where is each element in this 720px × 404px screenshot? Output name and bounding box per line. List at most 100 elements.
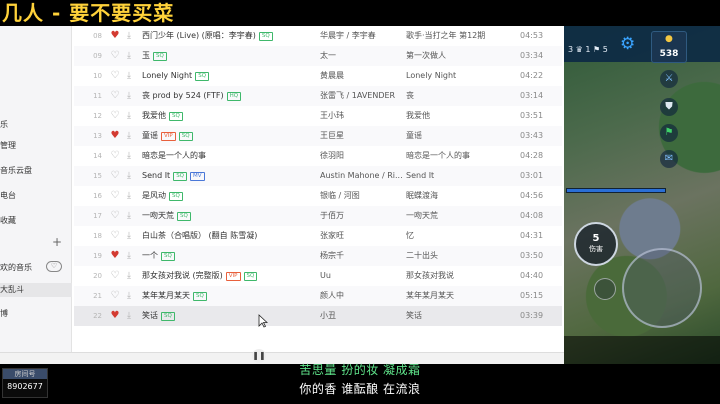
- song-artist[interactable]: Uu: [320, 266, 402, 286]
- song-row[interactable]: 20 ♡ ⤓ 那女孩对我说 (完整版) VIP SQ Uu 那女孩对我说 04:40: [74, 266, 562, 286]
- song-title[interactable]: Send It: [142, 171, 170, 180]
- download-icon[interactable]: ⤓: [124, 126, 134, 146]
- add-playlist-button[interactable]: +: [52, 235, 62, 249]
- song-row[interactable]: 11 ♡ ⤓ 丧 prod by 524 (FTF) HQ 张雷飞 / 1AVENDER 丧…: [74, 86, 562, 106]
- song-title[interactable]: Lonely Night: [142, 71, 192, 80]
- song-artist[interactable]: 银临 / 河图: [320, 186, 402, 206]
- song-album[interactable]: 眠蝶渡海: [406, 186, 516, 206]
- song-artist[interactable]: 黄晨晨: [320, 66, 402, 86]
- chat-icon[interactable]: ✉: [660, 150, 678, 168]
- download-icon[interactable]: ⤓: [124, 206, 134, 226]
- download-icon[interactable]: ⤓: [124, 146, 134, 166]
- song-artist[interactable]: 杨宗千: [320, 246, 402, 266]
- song-album[interactable]: 暗恋是一个人的事: [406, 146, 516, 166]
- song-row[interactable]: 15 ♡ ⤓ Send It SQ MV Austin Mahone / Ri... Send…: [74, 166, 562, 186]
- song-title-cell[interactable]: 笑话 SQ: [142, 306, 322, 326]
- song-row[interactable]: 08 ♥ ⤓ 西门少年 (Live) (原唱：李宇春) SQ 华晨宇 / 李宇春 歌手·当打…: [74, 26, 562, 46]
- song-row[interactable]: 10 ♡ ⤓ Lonely Night SQ 黄晨晨 Lonely Night 04:22: [74, 66, 562, 86]
- like-heart-icon[interactable]: ♡: [110, 266, 120, 286]
- like-heart-icon[interactable]: ♡: [110, 66, 120, 86]
- song-artist[interactable]: 徐羽阳: [320, 146, 402, 166]
- download-icon[interactable]: ⤓: [124, 286, 134, 306]
- song-title-cell[interactable]: 童谣 VIP SQ: [142, 126, 322, 146]
- sidebar-item-blog[interactable]: 博: [0, 307, 8, 321]
- song-artist[interactable]: 颜人中: [320, 286, 402, 306]
- sidebar-item-manage[interactable]: 管理: [0, 139, 16, 153]
- like-heart-icon[interactable]: ♡: [110, 166, 120, 186]
- song-title-cell[interactable]: 是风动 SQ: [142, 186, 322, 206]
- song-title[interactable]: 是风动: [142, 191, 166, 200]
- sidebar-item-collect[interactable]: 收藏: [0, 214, 16, 228]
- download-icon[interactable]: ⤓: [124, 86, 134, 106]
- skill-button[interactable]: [594, 278, 616, 300]
- song-row[interactable]: 17 ♡ ⤓ 一吻天荒 SQ 于佰万 一吻天荒 04:08: [74, 206, 562, 226]
- gold-counter[interactable]: ● 538: [651, 31, 687, 63]
- song-title[interactable]: 那女孩对我说 (完整版): [142, 271, 223, 280]
- like-heart-icon[interactable]: ♥: [110, 306, 120, 326]
- song-title-cell[interactable]: 一个 SQ: [142, 246, 322, 266]
- song-row[interactable]: 13 ♥ ⤓ 童谣 VIP SQ 王巨星 童谣 03:43: [74, 126, 562, 146]
- song-album[interactable]: 第一次做人: [406, 46, 516, 66]
- song-row[interactable]: 22 ♥ ⤓ 笑话 SQ 小丑 笑话 03:39: [74, 306, 562, 326]
- download-icon[interactable]: ⤓: [124, 166, 134, 186]
- song-title[interactable]: 一吻天荒: [142, 211, 174, 220]
- like-heart-icon[interactable]: ♡: [110, 286, 120, 306]
- sidebar-item-cloud[interactable]: 音乐云盘: [0, 164, 32, 178]
- song-album[interactable]: 笑话: [406, 306, 516, 326]
- song-title[interactable]: 暗恋是一个人的事: [142, 151, 206, 160]
- song-album[interactable]: 一吻天荒: [406, 206, 516, 226]
- song-row[interactable]: 18 ♡ ⤓ 白山茶（合唱版） (翻自 陈雪凝) 张家旺忆 04:31: [74, 226, 562, 246]
- song-title-cell[interactable]: 某年某月某天 SQ: [142, 286, 322, 306]
- like-heart-icon[interactable]: ♡: [110, 146, 120, 166]
- download-icon[interactable]: ⤓: [124, 66, 134, 86]
- song-title[interactable]: 玉: [142, 51, 150, 60]
- song-row[interactable]: 14 ♡ ⤓ 暗恋是一个人的事 徐羽阳 暗恋是一个人的事 04:28: [74, 146, 562, 166]
- like-heart-icon[interactable]: ♡: [110, 106, 120, 126]
- song-artist[interactable]: 太一: [320, 46, 402, 66]
- song-row[interactable]: 12 ♡ ⤓ 我爱他 SQ 王小玮 我爱他 03:51: [74, 106, 562, 126]
- flag-icon[interactable]: ⚑: [660, 124, 678, 142]
- like-heart-icon[interactable]: ♥: [110, 246, 120, 266]
- song-album[interactable]: 童谣: [406, 126, 516, 146]
- download-icon[interactable]: ⤓: [124, 246, 134, 266]
- song-title-cell[interactable]: 白山茶（合唱版） (翻自 陈雪凝): [142, 226, 322, 246]
- like-heart-icon[interactable]: ♡: [110, 46, 120, 66]
- song-title-cell[interactable]: Send It SQ MV: [142, 166, 322, 186]
- download-icon[interactable]: ⤓: [124, 46, 134, 66]
- song-album[interactable]: 我爱他: [406, 106, 516, 126]
- like-heart-icon[interactable]: ♡: [110, 186, 120, 206]
- song-artist[interactable]: 于佰万: [320, 206, 402, 226]
- song-title-cell[interactable]: 西门少年 (Live) (原唱：李宇春) SQ: [142, 26, 322, 46]
- song-album[interactable]: Lonely Night: [406, 66, 516, 86]
- sidebar-item-playlist-active[interactable]: 大乱斗: [0, 283, 72, 297]
- sidebar-item-radio[interactable]: 电台: [0, 189, 16, 203]
- song-row[interactable]: 19 ♥ ⤓ 一个 SQ 杨宗千 二十出头 03:50: [74, 246, 562, 266]
- like-heart-icon[interactable]: ♥: [110, 126, 120, 146]
- settings-gear-icon[interactable]: ⚙: [620, 34, 635, 54]
- download-icon[interactable]: ⤓: [124, 186, 134, 206]
- sidebar-item-music[interactable]: 乐: [0, 118, 8, 132]
- download-icon[interactable]: ⤓: [124, 26, 134, 46]
- song-title[interactable]: 西门少年 (Live) (原唱：李宇春): [142, 31, 256, 40]
- song-title-cell[interactable]: 一吻天荒 SQ: [142, 206, 322, 226]
- song-title[interactable]: 笑话: [142, 311, 158, 320]
- song-album[interactable]: 忆: [406, 226, 516, 246]
- song-artist[interactable]: 小丑: [320, 306, 402, 326]
- like-heart-icon[interactable]: ♡: [110, 86, 120, 106]
- sword-icon[interactable]: ⚔: [660, 70, 678, 88]
- song-title-cell[interactable]: Lonely Night SQ: [142, 66, 322, 86]
- song-artist[interactable]: 华晨宇 / 李宇春: [320, 26, 402, 46]
- download-icon[interactable]: ⤓: [124, 306, 134, 326]
- song-artist[interactable]: 张雷飞 / 1AVENDER: [320, 86, 402, 106]
- shield-icon[interactable]: ⛊: [660, 98, 678, 116]
- song-artist[interactable]: Austin Mahone / Ri...: [320, 166, 402, 186]
- download-icon[interactable]: ⤓: [124, 226, 134, 246]
- sidebar-item-liked[interactable]: 欢的音乐: [0, 262, 32, 273]
- song-row[interactable]: 21 ♡ ⤓ 某年某月某天 SQ 颜人中 某年某月某天 05:15: [74, 286, 562, 306]
- like-heart-icon[interactable]: ♥: [110, 26, 120, 46]
- song-title[interactable]: 一个: [142, 251, 158, 260]
- song-album[interactable]: 丧: [406, 86, 516, 106]
- joystick-ring[interactable]: [622, 248, 702, 328]
- song-title[interactable]: 白山茶（合唱版） (翻自 陈雪凝): [142, 231, 257, 240]
- download-icon[interactable]: ⤓: [124, 266, 134, 286]
